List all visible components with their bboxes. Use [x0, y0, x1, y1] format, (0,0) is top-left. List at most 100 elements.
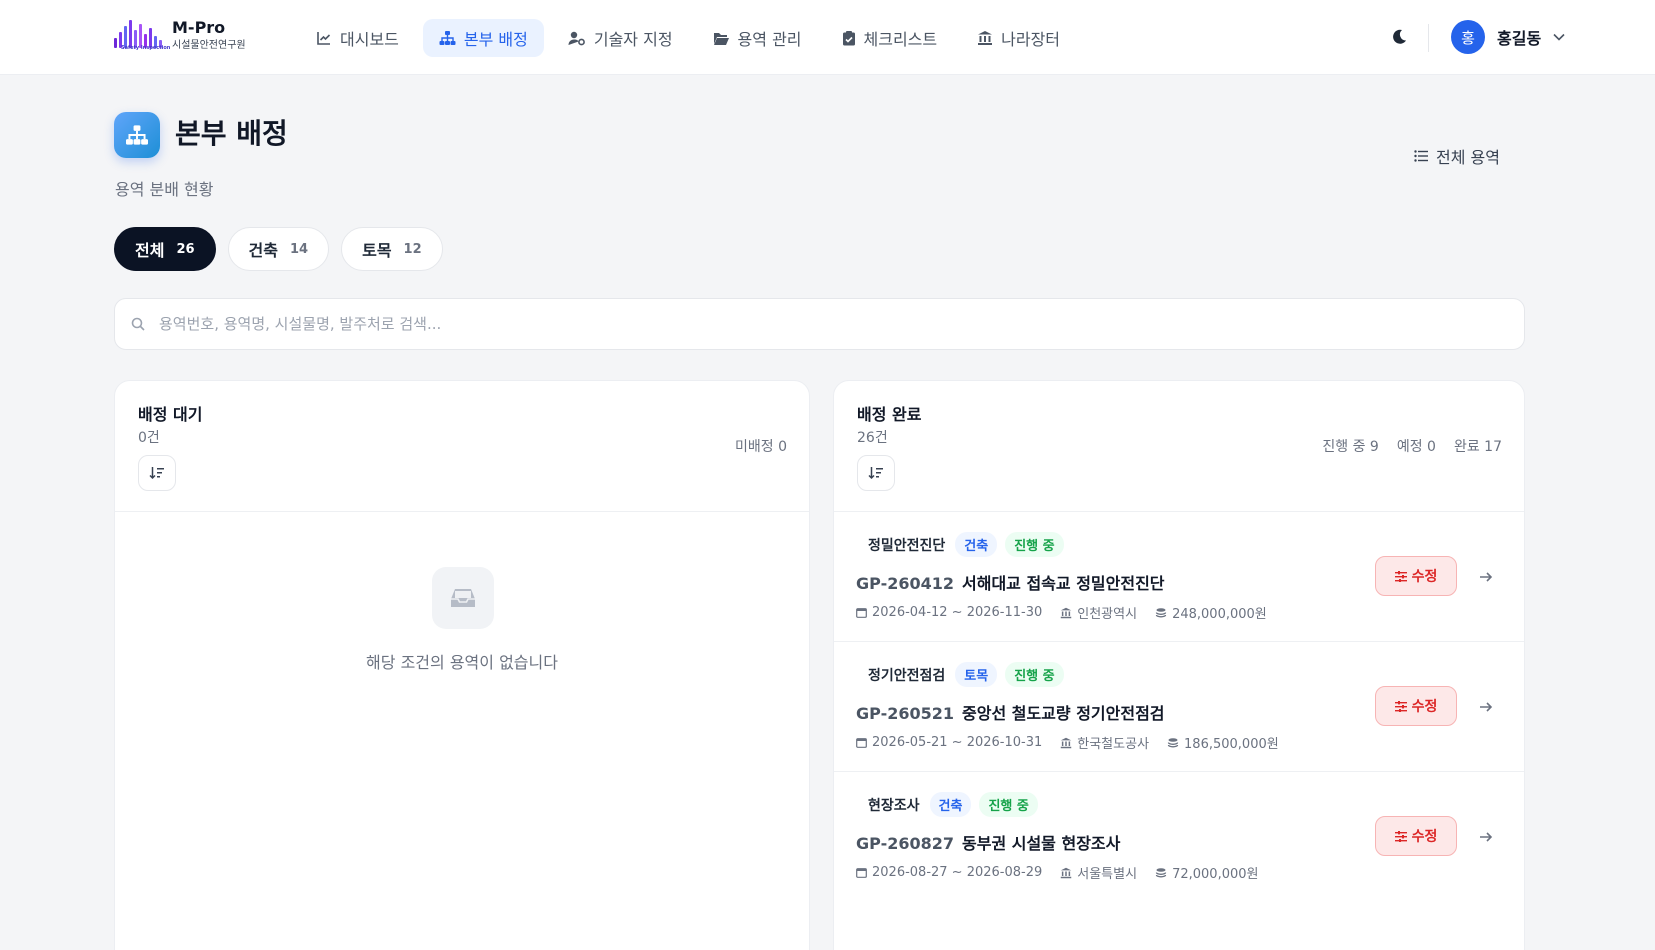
chevron-down-icon — [1553, 33, 1565, 41]
service-title: GP-260412 서해대교 접속교 정밀안전진단 — [856, 570, 1165, 594]
sliders-icon — [1394, 700, 1407, 712]
all-services-link[interactable]: 전체 용역 — [1414, 144, 1500, 168]
service-client: 인천광역시 — [1077, 607, 1138, 622]
nav-nara-market-label: 나라장터 — [1001, 30, 1061, 49]
user-cog-icon — [568, 31, 585, 46]
service-row[interactable]: 정기안전점검 토목 진행 중 GP-260521 중앙선 철도교량 정기안전점검 … — [834, 642, 1524, 772]
service-period: 2026-04-12 ~ 2026-11-30 — [872, 605, 1043, 620]
panel-count: 26건 — [857, 430, 888, 446]
folder-open-icon — [713, 32, 729, 45]
user-name: 홍길동 — [1497, 29, 1542, 48]
list-icon — [1414, 150, 1428, 162]
filter-chip-label: 토목 — [362, 241, 392, 260]
assigned-panel: 배정 완료 26건 진행 중 9 예정 0 완료 17 정밀안전진단 건축 진행… — [833, 380, 1525, 950]
nav-checklist[interactable]: 체크리스트 — [826, 19, 954, 57]
arrow-right-icon[interactable] — [1477, 828, 1495, 846]
edit-button-label: 수정 — [1411, 829, 1438, 845]
calendar-icon — [856, 608, 867, 618]
service-row[interactable]: 현장조사 건축 진행 중 GP-260827 동부권 시설물 현장조사 2026-… — [834, 772, 1524, 902]
filter-chip-architecture[interactable]: 건축 14 — [227, 227, 330, 271]
dark-mode-moon-icon[interactable] — [1389, 27, 1409, 47]
coins-icon — [1167, 737, 1179, 747]
nav-dashboard[interactable]: 대시보드 — [300, 19, 415, 57]
top-navigation-bar: Safety Inspection M-Pro 시설물안전연구원 대시보드 본부… — [0, 0, 1655, 75]
service-type: 정기안전점검 — [868, 667, 946, 684]
panel-title: 배정 완료 — [857, 405, 922, 424]
service-name: 동부권 시설물 현장조사 — [962, 834, 1121, 853]
search-input[interactable] — [159, 315, 1459, 333]
service-amount: 72,000,000원 — [1172, 867, 1259, 882]
coins-icon — [1155, 607, 1167, 617]
service-code: GP-260827 — [856, 834, 955, 853]
logo-title: M-Pro — [172, 18, 226, 37]
nav-checklist-label: 체크리스트 — [863, 30, 938, 49]
service-code: GP-260412 — [856, 574, 955, 593]
arrow-right-icon[interactable] — [1477, 698, 1495, 716]
nav-hq-assignment[interactable]: 본부 배정 — [422, 19, 544, 57]
filter-chip-civil[interactable]: 토목 12 — [341, 227, 443, 271]
panel-count: 0건 — [138, 430, 160, 446]
nav-service-management-label: 용역 관리 — [737, 30, 802, 49]
all-services-label: 전체 용역 — [1436, 148, 1500, 167]
edit-button[interactable]: 수정 — [1375, 556, 1457, 596]
panel-title: 배정 대기 — [138, 405, 203, 424]
empty-state-text: 해당 조건의 용역이 없습니다 — [366, 653, 558, 672]
service-meta: 2026-05-21 ~ 2026-10-31 한국철도공사 186,500,0… — [856, 733, 1297, 752]
sliders-icon — [1394, 830, 1407, 842]
clipboard-check-icon — [842, 31, 855, 46]
main-nav: 대시보드 본부 배정 기술자 지정 용역 관리 체크리스트 나라장터 — [300, 19, 1084, 57]
arrow-right-icon[interactable] — [1477, 568, 1495, 586]
status-badge: 진행 중 — [979, 792, 1038, 817]
inbox-icon — [432, 567, 494, 629]
service-client: 한국철도공사 — [1077, 737, 1150, 752]
edit-button-label: 수정 — [1411, 699, 1438, 715]
landmark-icon — [1061, 607, 1072, 618]
filter-chip-count: 14 — [290, 241, 309, 257]
filter-chip-all[interactable]: 전체 26 — [114, 227, 216, 271]
service-row[interactable]: 정밀안전진단 건축 진행 중 GP-260412 서해대교 접속교 정밀안전진단 … — [834, 512, 1524, 642]
edit-button[interactable]: 수정 — [1375, 686, 1457, 726]
unassigned-stat: 미배정 0 — [735, 439, 787, 455]
completed-stat: 완료 17 — [1453, 439, 1502, 455]
sitemap-icon — [439, 31, 456, 45]
nav-service-management[interactable]: 용역 관리 — [697, 19, 818, 57]
landmark-icon — [978, 31, 993, 45]
user-menu[interactable]: 홍 홍길동 — [1451, 20, 1565, 54]
sort-button[interactable] — [138, 455, 176, 491]
service-type: 현장조사 — [868, 797, 920, 814]
service-title: GP-260521 중앙선 철도교량 정기안전점검 — [856, 700, 1165, 724]
service-code: GP-260521 — [856, 704, 955, 723]
panel-stats: 미배정 0 — [717, 436, 787, 456]
scheduled-stat: 예정 0 — [1396, 439, 1436, 455]
filter-chip-label: 건축 — [248, 241, 278, 260]
service-meta: 2026-08-27 ~ 2026-08-29 서울특별시 72,000,000… — [856, 863, 1276, 882]
sort-desc-icon — [149, 467, 164, 480]
status-badge: 진행 중 — [1005, 662, 1064, 687]
status-badge: 진행 중 — [1005, 532, 1064, 557]
nav-hq-assignment-label: 본부 배정 — [463, 30, 528, 49]
filter-chip-label: 전체 — [135, 241, 165, 260]
search-bar — [114, 298, 1525, 350]
division-badge: 건축 — [929, 792, 972, 817]
page-sitemap-icon — [114, 112, 160, 158]
service-name: 중앙선 철도교량 정기안전점검 — [962, 704, 1165, 723]
nav-engineer-designation[interactable]: 기술자 지정 — [552, 19, 689, 57]
nav-nara-market[interactable]: 나라장터 — [961, 19, 1076, 57]
nav-dashboard-label: 대시보드 — [340, 30, 399, 49]
logo-subtitle: 시설물안전연구원 — [172, 40, 246, 51]
service-title: GP-260827 동부권 시설물 현장조사 — [856, 830, 1120, 854]
edit-button[interactable]: 수정 — [1375, 816, 1457, 856]
nav-engineer-designation-label: 기술자 지정 — [593, 30, 673, 49]
in-progress-stat: 진행 중 9 — [1322, 439, 1379, 455]
sort-button[interactable] — [857, 455, 895, 491]
sliders-icon — [1394, 570, 1407, 582]
sort-desc-icon — [868, 467, 883, 480]
coins-icon — [1155, 867, 1167, 877]
page-title: 본부 배정 — [175, 117, 288, 150]
service-period: 2026-05-21 ~ 2026-10-31 — [872, 735, 1043, 750]
app-logo[interactable]: Safety Inspection M-Pro 시설물안전연구원 — [112, 18, 246, 54]
service-client: 서울특별시 — [1077, 867, 1138, 882]
logo-equalizer-icon: Safety Inspection — [112, 18, 170, 54]
avatar: 홍 — [1451, 20, 1485, 54]
service-meta: 2026-04-12 ~ 2026-11-30 인천광역시 248,000,00… — [856, 603, 1285, 622]
